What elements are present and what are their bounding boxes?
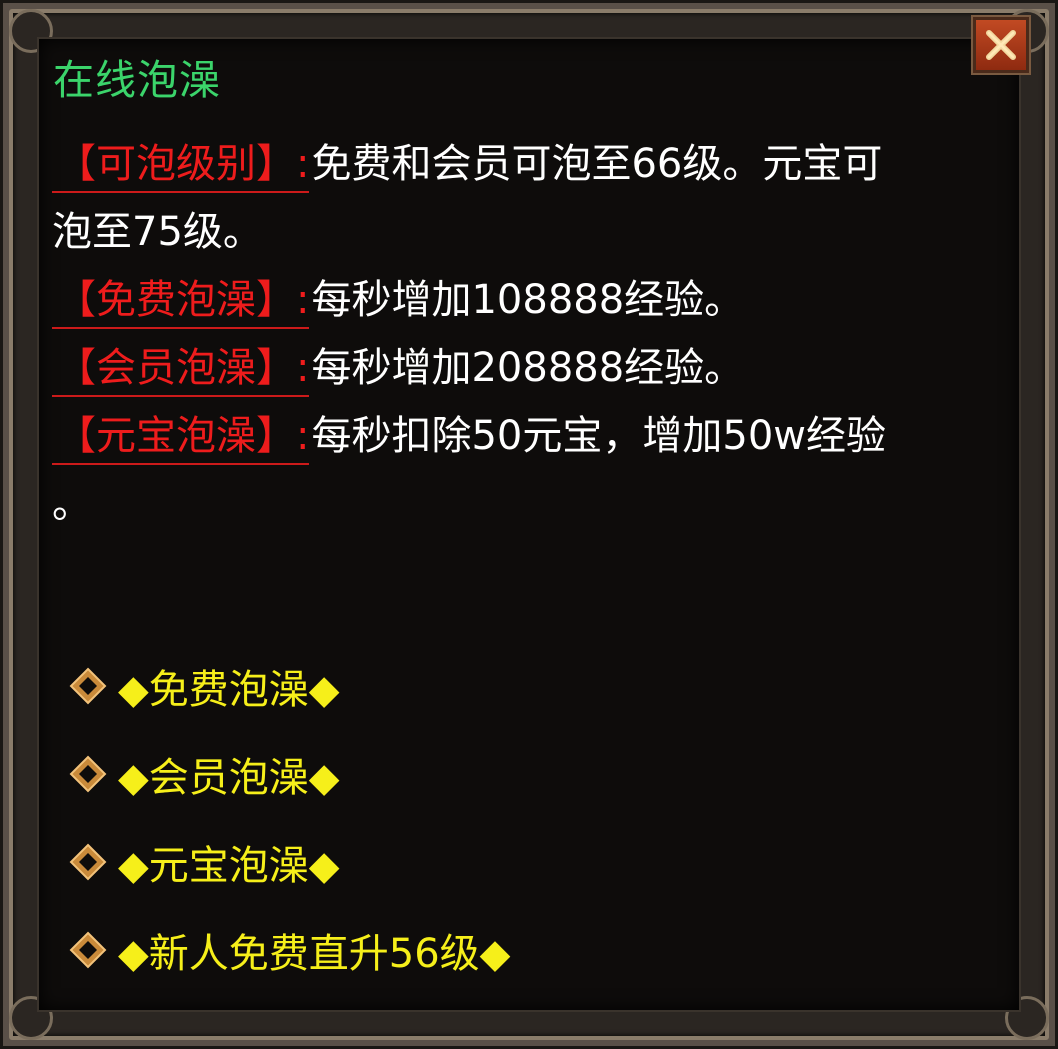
info-row-free: 【免费泡澡】:每秒增加108888经验。 xyxy=(52,266,992,334)
option-yuanbao-bath[interactable]: ◆元宝泡澡◆ xyxy=(68,832,340,892)
info-row-yuanbao: 【元宝泡澡】:每秒扣除50元宝，增加50w经验 xyxy=(52,402,992,470)
option-label: ◆会员泡澡◆ xyxy=(118,755,340,801)
info-text: 免费和会员可泡至66级。元宝可 xyxy=(311,141,883,187)
info-label: 【可泡级别】: xyxy=(52,137,310,193)
info-row-member: 【会员泡澡】:每秒增加208888经验。 xyxy=(52,334,992,402)
info-text: 每秒增加208888经验。 xyxy=(311,345,745,391)
option-label: ◆新人免费直升56级◆ xyxy=(118,931,511,977)
diamond-bullet-icon xyxy=(68,930,108,970)
info-label: 【免费泡澡】: xyxy=(52,273,310,329)
option-label: ◆免费泡澡◆ xyxy=(118,667,340,713)
option-member-bath[interactable]: ◆会员泡澡◆ xyxy=(68,744,340,804)
info-text-continuation: 。 xyxy=(52,481,92,527)
option-free-bath[interactable]: ◆免费泡澡◆ xyxy=(68,656,340,716)
info-label: 【元宝泡澡】: xyxy=(52,409,310,465)
close-icon xyxy=(986,30,1016,60)
info-text: 每秒扣除50元宝，增加50w经验 xyxy=(311,413,886,459)
option-label: ◆元宝泡澡◆ xyxy=(118,843,340,889)
dialog-title: 在线泡澡 xyxy=(53,56,221,104)
info-text: 每秒增加108888经验。 xyxy=(311,277,745,323)
option-newbie-level-up[interactable]: ◆新人免费直升56级◆ xyxy=(68,920,510,980)
diamond-bullet-icon xyxy=(68,666,108,706)
diamond-bullet-icon xyxy=(68,842,108,882)
close-button[interactable] xyxy=(971,15,1031,75)
info-section: 【可泡级别】:免费和会员可泡至66级。元宝可 泡至75级。 【免费泡澡】:每秒增… xyxy=(52,130,992,538)
info-label: 【会员泡澡】: xyxy=(52,341,310,397)
info-text-continuation: 泡至75级。 xyxy=(52,209,263,255)
diamond-bullet-icon xyxy=(68,754,108,794)
info-row-level: 【可泡级别】:免费和会员可泡至66级。元宝可 xyxy=(52,130,992,198)
